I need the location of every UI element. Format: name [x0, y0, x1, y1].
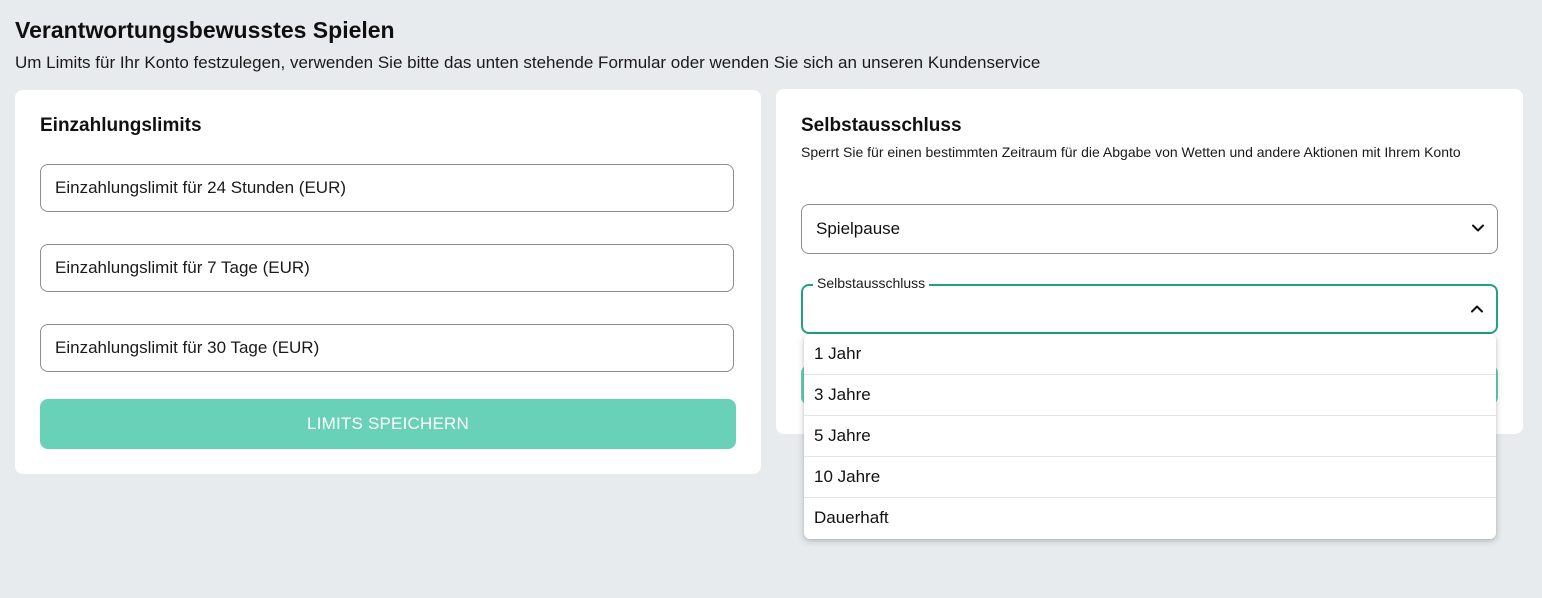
deposit-limits-title: Einzahlungslimits [40, 115, 202, 136]
save-limits-button[interactable]: LIMITS SPEICHERN [40, 399, 736, 449]
page-subtitle: Um Limits für Ihr Konto festzulegen, ver… [15, 53, 1041, 72]
exclusion-period-label: Selbstausschluss [813, 275, 930, 291]
self-exclusion-description: Sperrt Sie für einen bestimmten Zeitraum… [801, 144, 1461, 160]
dropdown-option[interactable]: 3 Jahre [804, 375, 1496, 416]
chevron-down-icon [1472, 224, 1484, 232]
deposit-limit-7d-field[interactable] [40, 244, 734, 292]
deposit-limits-card: Einzahlungslimits LIMITS SPEICHERN [15, 90, 761, 474]
dropdown-option[interactable]: 1 Jahr [804, 334, 1496, 375]
exclusion-period-select[interactable]: Selbstausschluss [801, 275, 1498, 334]
deposit-limit-30d-field[interactable] [40, 324, 734, 372]
page-title: Verantwortungsbewusstes Spielen [15, 17, 395, 43]
deposit-limit-24h-input[interactable] [41, 165, 733, 211]
exclusion-type-value: Spielpause [816, 219, 901, 238]
self-exclusion-title: Selbstausschluss [801, 115, 962, 136]
chevron-up-icon [1471, 305, 1483, 313]
exclusion-type-select[interactable]: Spielpause [801, 204, 1498, 254]
dropdown-option[interactable]: 10 Jahre [804, 457, 1496, 498]
exclusion-period-dropdown: 1 Jahr 3 Jahre 5 Jahre 10 Jahre Dauerhaf… [804, 334, 1496, 539]
dropdown-option[interactable]: Dauerhaft [804, 498, 1496, 539]
deposit-limit-7d-input[interactable] [41, 245, 733, 291]
dropdown-option[interactable]: 5 Jahre [804, 416, 1496, 457]
deposit-limit-24h-field[interactable] [40, 164, 734, 212]
deposit-limit-30d-input[interactable] [41, 325, 733, 371]
